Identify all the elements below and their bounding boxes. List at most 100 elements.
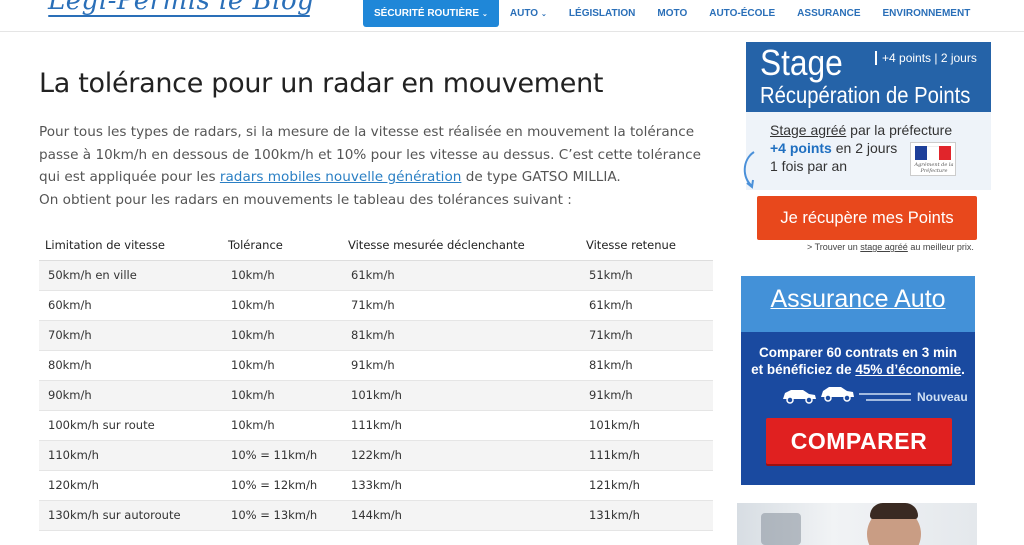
logo-underline [48, 15, 310, 17]
stage-ad-note: > Trouver un stage agréé au meilleur pri… [807, 242, 974, 252]
stage-ad-title: Stage [760, 42, 843, 83]
table-cell: 81km/h [580, 350, 713, 381]
table-cell: 120km/h [39, 470, 222, 501]
table-cell: 10% = 11km/h [222, 440, 342, 471]
nav-item-auto-ecole[interactable]: AUTO-ÉCOLE [698, 0, 786, 27]
table-cell: 101km/h [580, 410, 713, 441]
nav-label: AUTO [509, 8, 539, 19]
table-cell: 50km/h en ville [39, 260, 222, 291]
column-header: Vitesse mesurée déclenchante [342, 230, 580, 261]
article-paragraph: Pour tous les types de radars, si la mes… [39, 121, 719, 211]
curved-arrow-icon [743, 151, 755, 189]
nav-item-legislation[interactable]: LÉGISLATION [558, 0, 646, 27]
chevron-down-icon: ⌄ [482, 10, 488, 18]
flag-white [927, 146, 939, 160]
table-row: 70km/h 10km/h 81km/h 71km/h [39, 320, 713, 351]
stage-ad-line: +4 points en 2 jours [770, 140, 897, 156]
stage-ad-tag: +4 points | 2 jours [875, 51, 977, 65]
table-cell: 122km/h [342, 440, 580, 471]
paragraph-text: On obtient pour les radars en mouvements… [39, 191, 572, 208]
flag-blue [915, 146, 927, 160]
table-cell: 70km/h [39, 320, 222, 351]
main-nav: SÉCURITÉ ROUTIÈRE ⌄ AUTO ⌄ LÉGISLATION MOT… [363, 0, 981, 27]
comparer-button[interactable]: COMPARER [766, 418, 952, 464]
table-cell: 111km/h [342, 410, 580, 441]
table-cell: 81km/h [342, 320, 580, 351]
paragraph-text: de type GATSO MILLIA. [461, 169, 621, 185]
chevron-down-icon: ⌄ [541, 10, 547, 18]
table-row: 100km/h sur route 10km/h 111km/h 101km/h [39, 410, 713, 441]
table-row: 130km/h sur autoroute 10% = 13km/h 144km/h… [39, 500, 713, 531]
table-cell: 10km/h [222, 380, 342, 411]
table-row: 90km/h 10km/h 101km/h 91km/h [39, 380, 713, 411]
economie-highlight: 45% d’économie [855, 362, 962, 377]
table-cell: 51km/h [580, 260, 713, 291]
assurance-ad-line: Comparer 60 contrats en 3 min [758, 345, 958, 360]
table-cell: 10km/h [222, 260, 342, 291]
assurance-ad-title[interactable]: Assurance Auto [741, 285, 975, 314]
nav-item-assurance[interactable]: ASSURANCE [786, 0, 871, 27]
table-cell: 60km/h [39, 290, 222, 321]
nav-label: ENVIRONNEMENT [882, 8, 971, 19]
nav-item-securite-routiere[interactable]: SÉCURITÉ ROUTIÈRE ⌄ [363, 0, 499, 27]
photo-detail [761, 513, 801, 545]
table-cell: 10% = 13km/h [222, 500, 342, 531]
assurance-ad[interactable]: Assurance Auto Comparer 60 contrats en 3… [741, 276, 975, 485]
table-row: 120km/h 10% = 12km/h 133km/h 121km/h [39, 470, 713, 501]
nav-label: MOTO [657, 8, 688, 19]
table-cell: 91km/h [580, 380, 713, 411]
table-cell: 121km/h [580, 470, 713, 501]
stage-ad-line: 1 fois par an [770, 158, 848, 174]
top-navbar: Legi-Permis le Blog SÉCURITÉ ROUTIÈRE ⌄ A… [0, 0, 1024, 32]
table-cell: 10% = 12km/h [222, 470, 342, 501]
radars-mobiles-link[interactable]: radars mobiles nouvelle génération [220, 169, 462, 185]
nav-label: LÉGISLATION [568, 8, 636, 19]
points-highlight: +4 points [770, 140, 832, 156]
article-title: La tolérance pour un radar en mouvement [39, 68, 604, 99]
flag-caption: Agrément de la Préfecture [914, 162, 954, 174]
nav-item-auto[interactable]: AUTO ⌄ [499, 0, 558, 27]
site-logo[interactable]: Legi-Permis le Blog [48, 0, 314, 16]
nav-label: ASSURANCE [797, 8, 861, 19]
table-cell: 10km/h [222, 290, 342, 321]
table-row: 60km/h 10km/h 71km/h 61km/h [39, 290, 713, 321]
french-flag-badge: Agrément de la Préfecture [910, 142, 956, 176]
table-cell: 10km/h [222, 350, 342, 381]
table-cell: 144km/h [342, 500, 580, 531]
table-cell: 111km/h [580, 440, 713, 471]
stage-agree-note-link[interactable]: stage agréé [860, 242, 908, 252]
column-header: Tolérance [222, 230, 342, 261]
table-cell: 133km/h [342, 470, 580, 501]
table-cell: 131km/h [580, 500, 713, 531]
table-cell: 101km/h [342, 380, 580, 411]
nouveau-badge: Nouveau [917, 390, 968, 404]
table-cell: 61km/h [580, 290, 713, 321]
table-cell: 80km/h [39, 350, 222, 381]
table-cell: 90km/h [39, 380, 222, 411]
table-cell: 91km/h [342, 350, 580, 381]
tolerance-table: Limitation de vitesse Tolérance Vitesse … [39, 230, 713, 531]
assurance-ad-text: . [961, 362, 965, 377]
stage-ad[interactable]: Stage +4 points | 2 jours Récupération d… [746, 42, 991, 190]
stage-ad-text: par la préfecture [846, 122, 953, 138]
table-cell: 71km/h [580, 320, 713, 351]
stage-agree-link[interactable]: Stage agréé [770, 122, 846, 138]
table-cell: 130km/h sur autoroute [39, 500, 222, 531]
table-cell: 71km/h [342, 290, 580, 321]
stage-ad-subtitle: Récupération de Points [760, 82, 971, 108]
assurance-ad-text: et bénéficiez de [751, 362, 856, 377]
nav-item-moto[interactable]: MOTO [646, 0, 698, 27]
stage-ad-line: Stage agréé par la préfecture [770, 122, 952, 138]
person-hair [870, 503, 918, 519]
table-cell: 10km/h [222, 320, 342, 351]
nav-item-environnement[interactable]: ENVIRONNEMENT [872, 0, 982, 27]
note-text: > Trouver un [807, 242, 861, 252]
nav-label: SÉCURITÉ ROUTIÈRE [374, 8, 480, 19]
assurance-ad-line: et bénéficiez de 45% d’économie. [741, 362, 975, 377]
table-header-row: Limitation de vitesse Tolérance Vitesse … [39, 230, 713, 261]
recuperer-points-button[interactable]: Je récupère mes Points [757, 196, 977, 240]
column-header: Limitation de vitesse [39, 230, 222, 261]
table-row: 80km/h 10km/h 91km/h 81km/h [39, 350, 713, 381]
promo-photo[interactable] [737, 503, 977, 545]
table-cell: 61km/h [342, 260, 580, 291]
